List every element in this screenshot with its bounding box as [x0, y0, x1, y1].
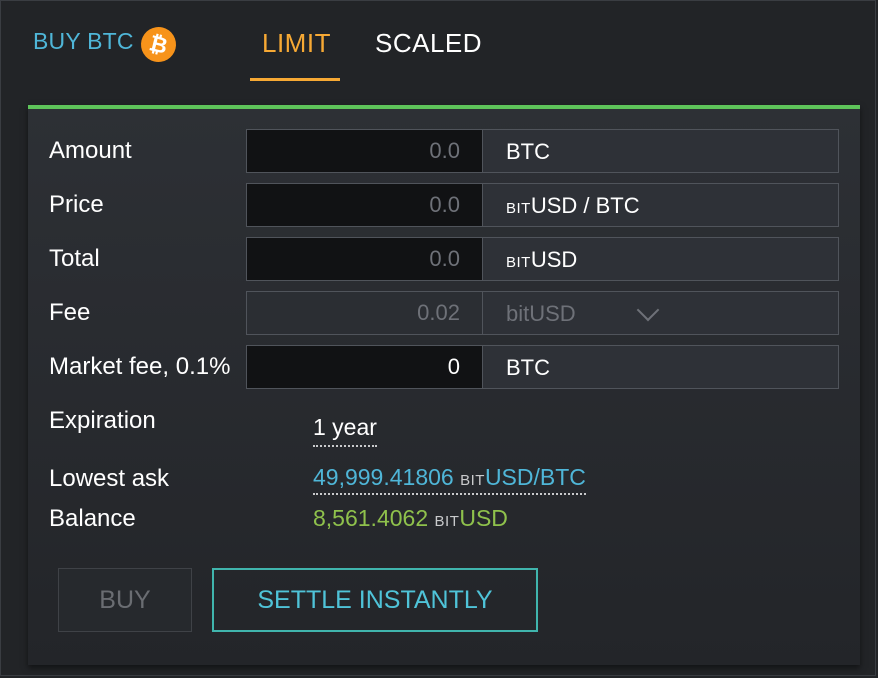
lowest-ask-unit-prefix: BIT	[460, 472, 485, 489]
market-fee-label: Market fee, 0.1%	[49, 353, 231, 380]
tab-limit[interactable]: LIMIT	[262, 28, 331, 59]
expiration-dropdown[interactable]: 1 year	[313, 414, 377, 447]
amount-unit-label: BTC	[506, 139, 550, 164]
widget-title: BUY BTC	[33, 28, 134, 54]
balance-unit: USD	[459, 505, 508, 531]
total-unit-prefix: BIT	[506, 254, 531, 271]
total-label: Total	[49, 245, 100, 272]
lowest-ask-amount: 49,999.41806	[313, 464, 454, 490]
lowest-ask-label: Lowest ask	[49, 465, 170, 492]
expiration-label: Expiration	[49, 407, 156, 434]
market-fee-input[interactable]: 0	[246, 345, 483, 389]
amount-input[interactable]: 0.0	[246, 129, 483, 173]
amount-unit: BTC	[483, 129, 839, 173]
total-unit: BITUSD	[483, 237, 839, 281]
tab-scaled[interactable]: SCALED	[375, 28, 482, 59]
price-label: Price	[49, 191, 104, 218]
active-tab-indicator	[250, 78, 340, 81]
settle-instantly-button[interactable]: SETTLE INSTANTLY	[212, 568, 538, 632]
fee-asset-label: bitUSD	[506, 301, 576, 326]
total-unit-label: USD	[530, 247, 578, 272]
market-fee-unit-label: BTC	[506, 355, 550, 380]
price-input[interactable]: 0.0	[246, 183, 483, 227]
balance-label: Balance	[49, 505, 136, 532]
balance-unit-prefix: BIT	[434, 513, 460, 530]
balance-value[interactable]: 8,561.4062 BITUSD	[313, 505, 508, 532]
fee-asset-select[interactable]: bitUSD	[483, 291, 839, 335]
lowest-ask-unit: USD/BTC	[484, 464, 586, 490]
price-unit-prefix: BIT	[506, 200, 531, 217]
amount-label: Amount	[49, 137, 132, 164]
fee-label: Fee	[49, 299, 91, 326]
price-unit-label: USD / BTC	[530, 193, 640, 218]
price-unit: BITUSD / BTC	[483, 183, 839, 227]
market-fee-unit: BTC	[483, 345, 839, 389]
total-input[interactable]: 0.0	[246, 237, 483, 281]
balance-amount: 8,561.4062	[313, 505, 429, 531]
lowest-ask-value[interactable]: 49,999.41806 BITUSD/BTC	[313, 464, 586, 495]
chevron-down-icon	[636, 298, 660, 322]
fee-input: 0.02	[246, 291, 483, 335]
buy-button[interactable]: BUY	[58, 568, 192, 632]
